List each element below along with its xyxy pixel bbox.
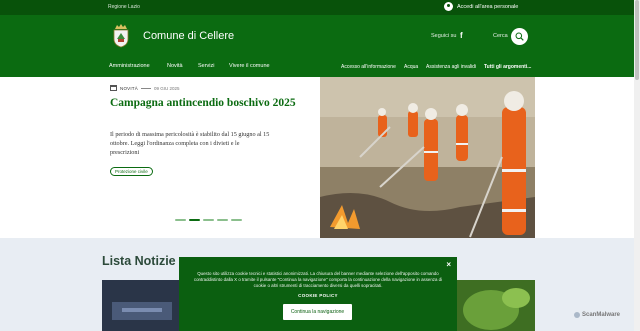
search-label: Cerca [493, 33, 508, 39]
user-icon [444, 2, 453, 11]
hero-description: Il periodo di massima pericolosità è sta… [110, 131, 270, 156]
news-photo [446, 280, 535, 331]
login-label: Accedi all'area personale [457, 3, 519, 10]
topic-chip[interactable]: Protezione civile [110, 167, 153, 176]
site-title[interactable]: Comune di Cellere [143, 30, 234, 42]
watermark-text: ScanMalware [582, 312, 621, 318]
news-meta: NOVITÀ 09 GIU 2025 [110, 85, 179, 91]
region-link[interactable]: Regione Lazio [108, 4, 140, 10]
firefighters-photo [320, 77, 535, 238]
municipal-crest-icon[interactable] [111, 23, 131, 48]
carousel-dot[interactable] [175, 219, 186, 221]
watermark-logo-icon [574, 312, 580, 318]
carousel-dot[interactable] [217, 219, 228, 221]
follow-label: Seguici su [431, 33, 457, 39]
nav-vivere-il-comune[interactable]: Vivere il comune [229, 63, 270, 69]
nav-tutti-argomenti[interactable]: Tutti gli argomenti... [484, 64, 531, 70]
calendar-icon [110, 85, 117, 91]
facebook-icon[interactable]: f [460, 31, 463, 40]
nav-servizi[interactable]: Servizi [198, 63, 215, 69]
watermark: ScanMalware [574, 312, 620, 318]
section-title: Lista Notizie [102, 254, 176, 268]
login-button[interactable]: Accedi all'area personale [444, 2, 518, 11]
top-bar: Regione Lazio Accedi all'area personale [0, 0, 634, 15]
search-icon [515, 32, 524, 41]
search-button[interactable] [511, 28, 528, 45]
nav-novita[interactable]: Novità [167, 63, 183, 69]
carousel-dots [175, 219, 242, 221]
news-date: 09 GIU 2025 [153, 85, 180, 91]
hero-image [320, 77, 535, 238]
nav-acqua[interactable]: Acqua [404, 64, 418, 70]
header: Comune di Cellere Seguici su f Cerca Amm… [0, 15, 634, 77]
scrollbar[interactable] [634, 0, 640, 331]
news-card-image[interactable] [102, 280, 187, 331]
carousel-dot[interactable] [203, 219, 214, 221]
cookie-policy-link[interactable]: COOKIE POLICY [179, 293, 457, 298]
carousel-dot[interactable] [231, 219, 242, 221]
hero-title[interactable]: Campagna antincendio boschivo 2025 [110, 97, 310, 110]
meta-divider [140, 87, 151, 89]
nav-accesso-informazione[interactable]: Accesso all'informazione [341, 64, 396, 70]
news-card-image[interactable] [446, 280, 535, 331]
news-photo [102, 280, 187, 331]
hero-card: NOVITÀ 09 GIU 2025 Campagna antincendio … [0, 77, 320, 238]
cookie-text: Questo sito utilizza cookie tecnici e st… [193, 271, 443, 288]
cookie-banner: × Questo sito utilizza cookie tecnici e … [179, 257, 457, 331]
scrollbar-thumb[interactable] [635, 0, 639, 80]
news-tag: NOVITÀ [120, 85, 138, 91]
nav-amministrazione[interactable]: Amministrazione [109, 63, 150, 69]
carousel-dot-active[interactable] [189, 219, 200, 221]
continue-button[interactable]: Continua la navigazione [283, 304, 352, 320]
close-icon[interactable]: × [446, 260, 451, 269]
nav-assistenza-invalidi[interactable]: Assistenza agli invalidi [426, 64, 476, 70]
